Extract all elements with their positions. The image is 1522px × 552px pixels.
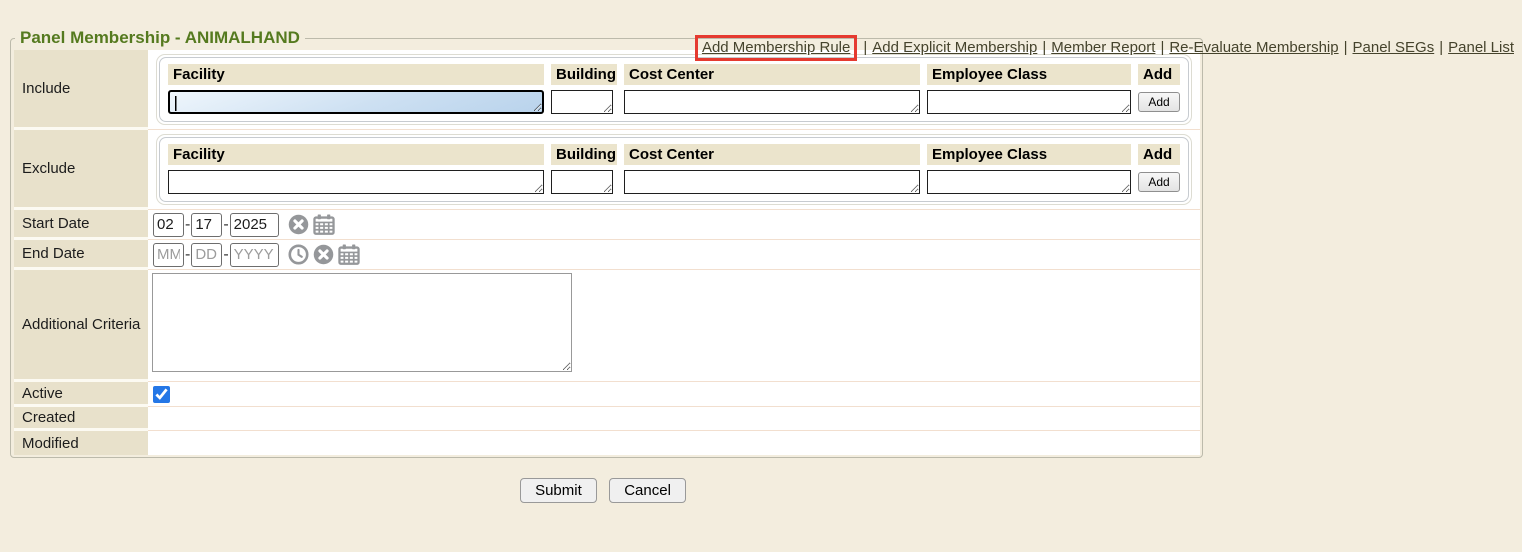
exclude-content: Facility Building Cost Center Employee C… <box>148 130 1200 210</box>
include-cost-center-input[interactable] <box>624 90 920 114</box>
nav-link-re-evaluate-membership[interactable]: Re-Evaluate Membership <box>1169 39 1338 56</box>
panel-membership-fieldset: Panel Membership - ANIMALHAND Include Fa… <box>10 28 1203 458</box>
exclude-building-input[interactable] <box>551 170 613 194</box>
start-date-day-input[interactable] <box>191 213 222 237</box>
active-checkbox[interactable] <box>153 386 170 403</box>
submit-button[interactable]: Submit <box>520 478 597 503</box>
nav-separator: | <box>1439 39 1443 56</box>
date-separator: - <box>223 216 228 234</box>
date-separator: - <box>185 216 190 234</box>
active-content <box>148 382 1200 407</box>
nav-link-panel-list[interactable]: Panel List <box>1448 39 1514 56</box>
include-label: Include <box>14 50 148 130</box>
start-date-year-input[interactable] <box>230 213 279 237</box>
start-date-month-input[interactable] <box>153 213 184 237</box>
clear-icon[interactable] <box>288 214 309 235</box>
nav-separator: | <box>1042 39 1046 56</box>
top-nav: Add Membership Rule | Add Explicit Members… <box>695 35 1514 61</box>
exclude-header-cost-center: Cost Center <box>624 144 920 165</box>
exclude-header-employee-class: Employee Class <box>927 144 1131 165</box>
include-rule-box: Facility Building Cost Center Employee C… <box>156 54 1192 125</box>
include-header-cost-center: Cost Center <box>624 64 920 85</box>
nav-link-add-membership-rule[interactable]: Add Membership Rule <box>702 39 850 56</box>
clock-icon[interactable] <box>288 244 309 265</box>
exclude-add-button[interactable]: Add <box>1138 172 1180 192</box>
additional-criteria-content <box>148 270 1200 382</box>
nav-separator: | <box>1160 39 1164 56</box>
exclude-label: Exclude <box>14 130 148 210</box>
exclude-facility-input[interactable] <box>168 170 544 194</box>
include-building-input[interactable] <box>551 90 613 114</box>
start-date-label: Start Date <box>14 210 148 240</box>
created-value <box>148 407 1200 431</box>
nav-link-member-report[interactable]: Member Report <box>1051 39 1155 56</box>
modified-value <box>148 431 1200 455</box>
exclude-header-building: Building <box>551 144 617 165</box>
include-add-button[interactable]: Add <box>1138 92 1180 112</box>
nav-separator: | <box>863 39 867 56</box>
page-title: Panel Membership - ANIMALHAND <box>15 28 305 48</box>
include-header-building: Building <box>551 64 617 85</box>
calendar-icon[interactable] <box>338 244 360 265</box>
end-date-month-input[interactable] <box>153 243 184 267</box>
active-label: Active <box>14 382 148 407</box>
end-date-label: End Date <box>14 240 148 270</box>
panel-membership-form: Include Facility Building Cost Center Em… <box>14 50 1200 455</box>
include-employee-class-input[interactable] <box>927 90 1131 114</box>
start-date-content: - - <box>148 210 1200 240</box>
additional-criteria-input[interactable] <box>152 273 572 372</box>
end-date-year-input[interactable] <box>230 243 279 267</box>
date-separator: - <box>223 246 228 264</box>
include-header-add: Add <box>1138 64 1180 85</box>
nav-link-add-explicit-membership[interactable]: Add Explicit Membership <box>872 39 1037 56</box>
exclude-header-facility: Facility <box>168 144 544 165</box>
form-actions: Submit Cancel <box>10 478 1196 503</box>
include-content: Facility Building Cost Center Employee C… <box>148 50 1200 130</box>
include-facility-input[interactable] <box>168 90 544 114</box>
additional-criteria-label: Additional Criteria <box>14 270 148 382</box>
modified-label: Modified <box>14 431 148 455</box>
calendar-icon[interactable] <box>313 214 335 235</box>
exclude-header-add: Add <box>1138 144 1180 165</box>
created-label: Created <box>14 407 148 431</box>
nav-link-panel-segs[interactable]: Panel SEGs <box>1353 39 1435 56</box>
exclude-cost-center-input[interactable] <box>624 170 920 194</box>
end-date-content: - - <box>148 240 1200 270</box>
include-header-employee-class: Employee Class <box>927 64 1131 85</box>
date-separator: - <box>185 246 190 264</box>
include-header-facility: Facility <box>168 64 544 85</box>
exclude-employee-class-input[interactable] <box>927 170 1131 194</box>
clear-icon[interactable] <box>313 244 334 265</box>
end-date-day-input[interactable] <box>191 243 222 267</box>
highlight-box: Add Membership Rule <box>695 35 857 61</box>
nav-separator: | <box>1344 39 1348 56</box>
exclude-rule-box: Facility Building Cost Center Employee C… <box>156 134 1192 205</box>
cancel-button[interactable]: Cancel <box>609 478 686 503</box>
